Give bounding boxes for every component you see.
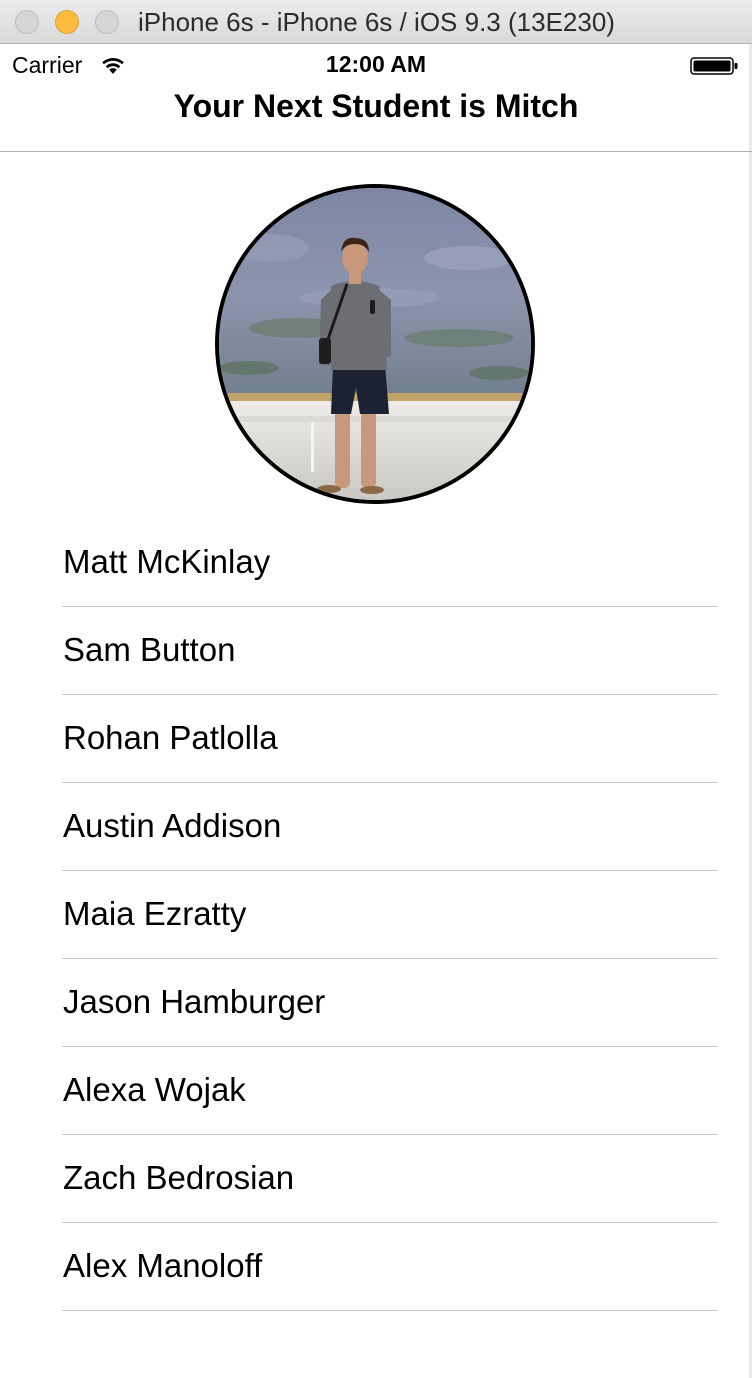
student-list: Matt McKinlay Sam Button Rohan Patlolla … bbox=[0, 519, 752, 1311]
student-name: Jason Hamburger bbox=[63, 983, 326, 1020]
student-avatar bbox=[215, 184, 535, 504]
student-name: Alex Manoloff bbox=[63, 1247, 263, 1284]
list-item[interactable]: Alexa Wojak bbox=[0, 1047, 752, 1135]
window-title: iPhone 6s - iPhone 6s / iOS 9.3 (13E230) bbox=[138, 7, 615, 37]
status-bar: Carrier 12:00 AM bbox=[0, 44, 752, 84]
list-item[interactable]: Maia Ezratty bbox=[0, 871, 752, 959]
row-separator bbox=[62, 1310, 718, 1311]
student-name: Austin Addison bbox=[63, 807, 282, 844]
window-titlebar[interactable]: iPhone 6s - iPhone 6s / iOS 9.3 (13E230) bbox=[0, 0, 752, 44]
student-name: Alexa Wojak bbox=[63, 1071, 246, 1108]
list-item[interactable]: Matt McKinlay bbox=[0, 519, 752, 607]
close-window-button[interactable] bbox=[15, 10, 39, 34]
list-item[interactable]: Sam Button bbox=[0, 607, 752, 695]
student-name: Maia Ezratty bbox=[63, 895, 247, 932]
list-item[interactable]: Zach Bedrosian bbox=[0, 1135, 752, 1223]
list-item[interactable]: Rohan Patlolla bbox=[0, 695, 752, 783]
navigation-bar: Your Next Student is Mitch bbox=[0, 84, 752, 152]
status-time: 12:00 AM bbox=[325, 51, 427, 77]
list-item[interactable]: Alex Manoloff bbox=[0, 1223, 752, 1311]
student-name: Zach Bedrosian bbox=[63, 1159, 295, 1196]
simulator-window: iPhone 6s - iPhone 6s / iOS 9.3 (13E230)… bbox=[0, 0, 752, 1378]
battery-icon bbox=[690, 57, 738, 75]
student-name: Matt McKinlay bbox=[63, 543, 271, 580]
minimize-window-button[interactable] bbox=[55, 10, 79, 34]
student-name: Sam Button bbox=[63, 631, 236, 668]
list-item[interactable]: Jason Hamburger bbox=[0, 959, 752, 1047]
zoom-window-button[interactable] bbox=[95, 10, 119, 34]
list-item[interactable]: Austin Addison bbox=[0, 783, 752, 871]
student-photo-icon bbox=[219, 188, 531, 500]
student-name: Rohan Patlolla bbox=[63, 719, 278, 756]
page-title: Your Next Student is Mitch bbox=[173, 88, 579, 124]
